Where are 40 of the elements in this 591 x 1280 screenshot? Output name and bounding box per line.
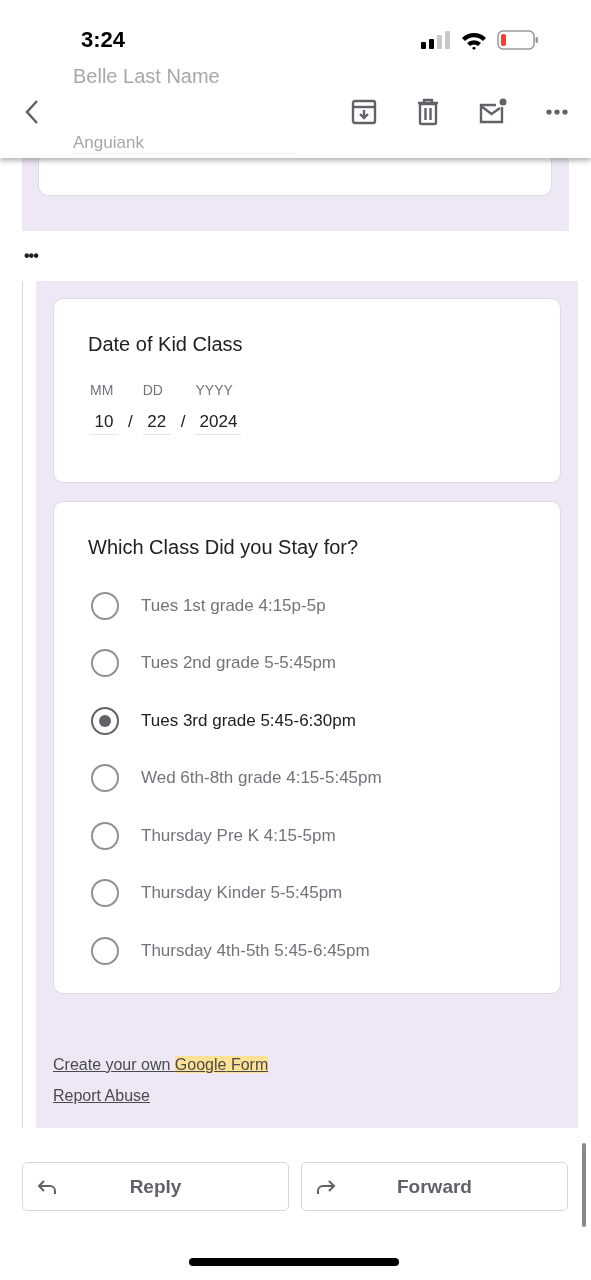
status-time: 3:24 [81,27,126,53]
option-label: Tues 1st grade 4:15p-5p [141,595,326,616]
radio-button[interactable] [91,591,119,620]
option-label: Tues 2nd grade 5-5:45pm [141,653,336,674]
footer-link[interactable]: Create your own Google Form [53,1054,269,1076]
date-part-label: DD [142,381,163,400]
date-input[interactable]: 10 [90,410,118,435]
wifi-icon [461,30,487,50]
form-field-label: Belle Last Name [73,64,221,88]
footer-link[interactable]: Report Abuse [53,1085,150,1107]
radio-button[interactable] [91,706,119,735]
option-label: Thursday Pre K 4:15-5pm [141,825,336,846]
more-icon[interactable] [545,108,569,116]
form-field-value: Anguiank [73,133,296,154]
date-part-label: MM [90,381,114,400]
battery-icon [497,30,539,50]
archive-icon[interactable] [350,98,378,126]
question-title: Which Class Did you Stay for? [88,535,360,559]
option-label: Thursday 4th-5th 5:45-6:45pm [141,940,370,961]
show-trimmed-button[interactable]: ••• [24,244,38,268]
date-separator: / [128,411,133,433]
option-label: Wed 6th-8th grade 4:15-5:45pm [141,768,382,789]
radio-button[interactable] [91,649,119,678]
reply-arrow-icon [37,1178,57,1195]
forward-button[interactable]: Forward [301,1162,568,1211]
signal-icon [421,31,451,49]
radio-button[interactable] [91,821,119,850]
radio-button[interactable] [91,936,119,965]
date-input[interactable]: 2024 [195,410,242,435]
mail-icon[interactable] [478,98,507,126]
forward-arrow-icon [316,1178,336,1195]
date-separator: / [180,411,186,433]
date-input[interactable]: 22 [142,410,171,435]
reply-button[interactable]: Reply [22,1162,289,1211]
option-label: Tues 3rd grade 5:45-6:30pm [141,710,356,731]
date-part-label: YYYY [195,381,233,400]
option-label: Thursday Kinder 5-5:45pm [141,883,343,904]
question-title: Date of Kid Class [88,332,244,356]
radio-button[interactable] [91,879,119,908]
radio-button[interactable] [91,764,119,793]
